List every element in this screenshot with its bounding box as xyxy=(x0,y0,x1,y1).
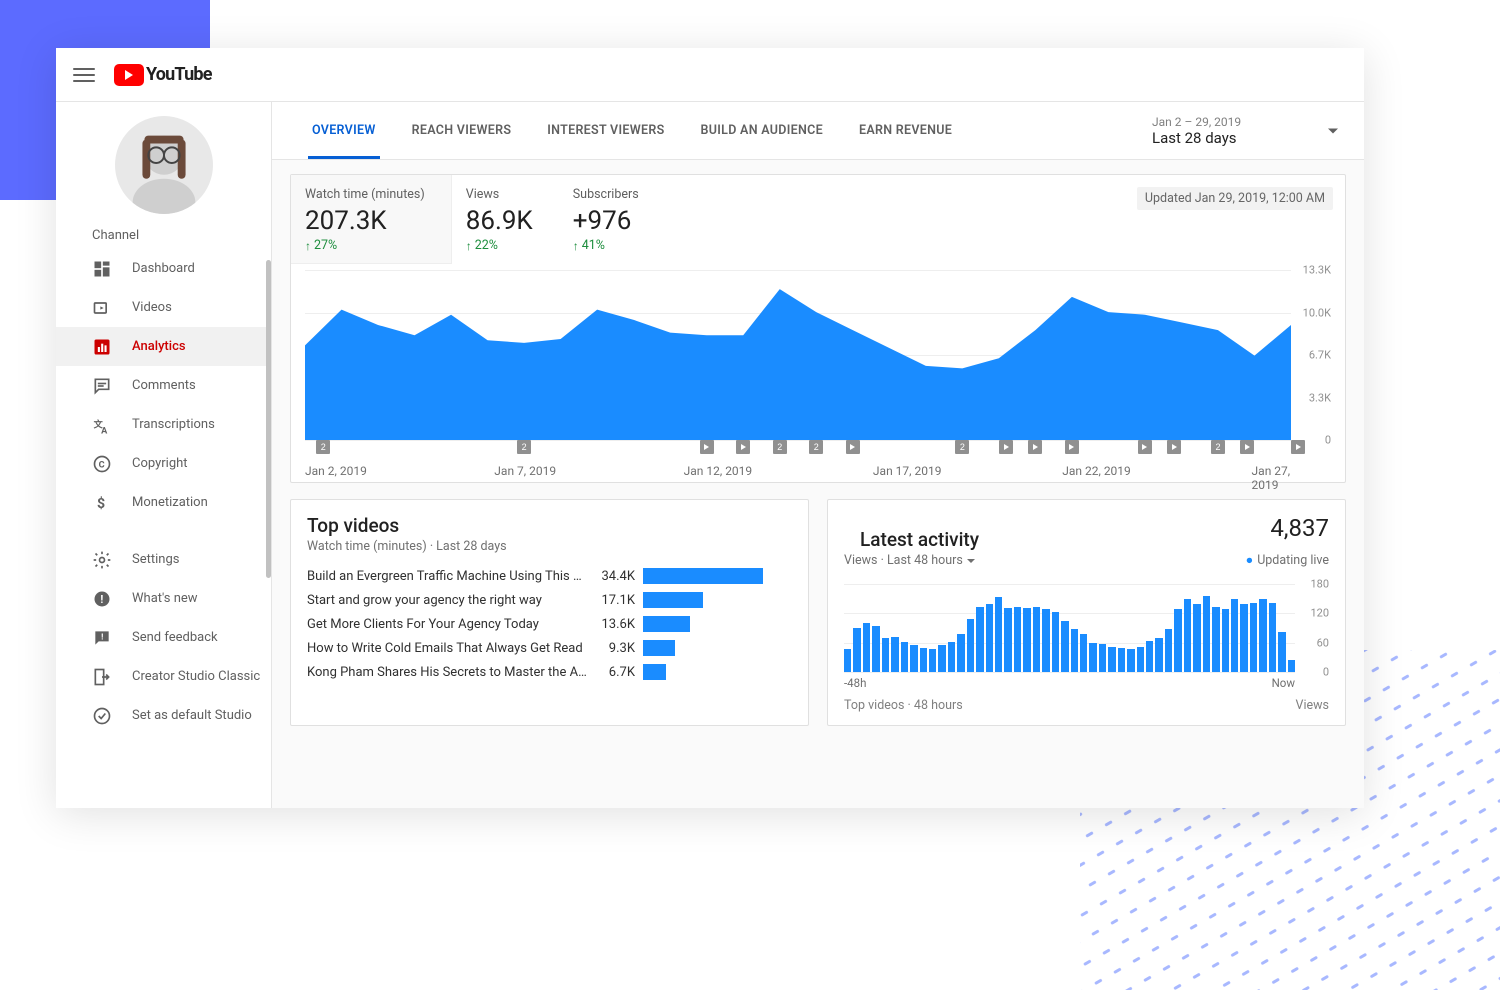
play-marker-icon[interactable] xyxy=(846,440,860,454)
metric-views[interactable]: Views86.9K22% xyxy=(452,175,559,264)
dashboard-icon xyxy=(92,259,112,279)
updated-badge: Updated Jan 29, 2019, 12:00 AM xyxy=(1137,187,1333,210)
count-marker-icon[interactable]: 2 xyxy=(809,440,823,454)
count-marker-icon[interactable]: 2 xyxy=(517,440,531,454)
play-marker-icon[interactable] xyxy=(1028,440,1042,454)
count-marker-icon[interactable]: 2 xyxy=(316,440,330,454)
latest-activity-title: Latest activity xyxy=(844,514,995,553)
sidebar-item-label: Dashboard xyxy=(132,261,195,276)
chevron-down-icon xyxy=(1328,128,1338,133)
channel-avatar[interactable] xyxy=(115,116,213,214)
count-marker-icon[interactable]: 2 xyxy=(955,440,969,454)
date-range-label: Last 28 days xyxy=(1152,129,1322,147)
panel-footer-right[interactable]: Views xyxy=(1296,698,1329,713)
sidebar-item-send-feedback[interactable]: ! Send feedback xyxy=(56,618,271,657)
sidebar-item-copyright[interactable]: C Copyright xyxy=(56,444,271,483)
tab-overview[interactable]: OVERVIEW xyxy=(294,102,394,159)
latest-activity-subtitle[interactable]: Views · Last 48 hours xyxy=(844,553,975,568)
sidebar-item-set-as-default-studio[interactable]: Set as default Studio xyxy=(56,696,271,735)
copyright-icon: C xyxy=(92,454,112,474)
sidebar-item-transcriptions[interactable]: 文A Transcriptions xyxy=(56,405,271,444)
date-range-text: Jan 2 – 29, 2019 xyxy=(1152,115,1322,129)
tab-build-an-audience[interactable]: BUILD AN AUDIENCE xyxy=(683,102,841,159)
feedback-icon: ! xyxy=(92,628,112,648)
check-icon xyxy=(92,706,112,726)
sidebar-item-label: Creator Studio Classic xyxy=(132,669,260,684)
sidebar-item-what-s-new[interactable]: ! What's new xyxy=(56,579,271,618)
latest-activity-panel: Latest activity 4,837 Views · Last 48 ho… xyxy=(827,499,1346,726)
top-video-row[interactable]: How to Write Cold Emails That Always Get… xyxy=(291,636,808,660)
tab-reach-viewers[interactable]: REACH VIEWERS xyxy=(394,102,530,159)
sidebar-item-label: Settings xyxy=(132,552,179,567)
sidebar-item-label: What's new xyxy=(132,591,198,606)
panel-footer-left[interactable]: Top videos · 48 hours xyxy=(844,698,963,713)
top-videos-subtitle: Watch time (minutes) · Last 28 days xyxy=(291,539,808,564)
logo-text: YouTube xyxy=(146,64,212,85)
masthead: YouTube xyxy=(56,48,1364,102)
whatsnew-icon: ! xyxy=(92,589,112,609)
count-marker-icon[interactable]: 2 xyxy=(1211,440,1225,454)
svg-text:!: ! xyxy=(100,593,103,606)
date-range-picker[interactable]: Jan 2 – 29, 2019 Last 28 days xyxy=(1152,102,1342,159)
tab-earn-revenue[interactable]: EARN REVENUE xyxy=(841,102,970,159)
top-videos-title: Top videos xyxy=(291,500,808,539)
main-content: OVERVIEWREACH VIEWERSINTEREST VIEWERSBUI… xyxy=(272,102,1364,808)
sidebar-item-videos[interactable]: Videos xyxy=(56,288,271,327)
analytics-icon xyxy=(92,337,112,357)
play-marker-icon[interactable] xyxy=(1167,440,1181,454)
videos-icon xyxy=(92,298,112,318)
tab-interest-viewers[interactable]: INTEREST VIEWERS xyxy=(529,102,682,159)
chevron-down-icon xyxy=(967,559,975,563)
top-videos-panel: Top videos Watch time (minutes) · Last 2… xyxy=(290,499,809,726)
settings-icon xyxy=(92,550,112,570)
sidebar-item-label: Videos xyxy=(132,300,172,315)
top-video-row[interactable]: Build an Evergreen Traffic Machine Using… xyxy=(291,564,808,588)
metric-watch-time-minutes-[interactable]: Watch time (minutes)207.3K27% xyxy=(291,175,452,264)
sidebar-item-label: Transcriptions xyxy=(132,417,215,432)
sidebar-item-monetization[interactable]: $ Monetization xyxy=(56,483,271,522)
play-marker-icon[interactable] xyxy=(1291,440,1305,454)
channel-label: Channel xyxy=(56,224,271,249)
sidebar-item-comments[interactable]: Comments xyxy=(56,366,271,405)
sidebar-item-dashboard[interactable]: Dashboard xyxy=(56,249,271,288)
exit-icon xyxy=(92,667,112,687)
play-marker-icon[interactable] xyxy=(999,440,1013,454)
latest-activity-total: 4,837 xyxy=(1270,514,1329,542)
svg-text:A: A xyxy=(101,426,108,435)
play-marker-icon[interactable] xyxy=(736,440,750,454)
play-marker-icon[interactable] xyxy=(1138,440,1152,454)
transcriptions-icon: 文A xyxy=(92,415,112,435)
youtube-logo[interactable]: YouTube xyxy=(114,64,212,86)
tab-bar: OVERVIEWREACH VIEWERSINTEREST VIEWERSBUI… xyxy=(272,102,1364,160)
app-window: YouTube Channel Dashboard Videos Analytics… xyxy=(56,48,1364,808)
sidebar-item-label: Comments xyxy=(132,378,196,393)
updating-live-label: Updating live xyxy=(1246,553,1329,568)
monetization-icon: $ xyxy=(92,493,112,513)
svg-text:C: C xyxy=(99,460,105,470)
latest-activity-chart[interactable]: 180120600-48hNow xyxy=(844,580,1329,690)
hamburger-menu-icon[interactable] xyxy=(72,63,96,87)
sidebar-item-label: Send feedback xyxy=(132,630,218,645)
overview-card: Updated Jan 29, 2019, 12:00 AM Watch tim… xyxy=(290,174,1346,483)
sidebar-item-creator-studio-classic[interactable]: Creator Studio Classic xyxy=(56,657,271,696)
metric-subscribers[interactable]: Subscribers+97641% xyxy=(559,175,665,264)
count-marker-icon[interactable]: 2 xyxy=(773,440,787,454)
play-marker-icon[interactable] xyxy=(1240,440,1254,454)
top-video-row[interactable]: Get More Clients For Your Agency Today13… xyxy=(291,612,808,636)
sidebar-item-label: Set as default Studio xyxy=(132,708,252,723)
play-marker-icon[interactable] xyxy=(1065,440,1079,454)
comments-icon xyxy=(92,376,112,396)
sidebar-item-label: Copyright xyxy=(132,456,188,471)
play-marker-icon[interactable] xyxy=(700,440,714,454)
sidebar-item-label: Monetization xyxy=(132,495,208,510)
sidebar-item-label: Analytics xyxy=(132,339,186,354)
svg-text:$: $ xyxy=(97,495,105,512)
svg-text:!: ! xyxy=(101,632,103,642)
watch-time-chart[interactable]: 13.3K10.0K6.7K3.3K0222222Jan 2, 2019Jan … xyxy=(305,270,1331,470)
top-video-row[interactable]: Start and grow your agency the right way… xyxy=(291,588,808,612)
top-video-row[interactable]: Kong Pham Shares His Secrets to Master t… xyxy=(291,660,808,684)
sidebar-item-settings[interactable]: Settings xyxy=(56,540,271,579)
sidebar: Channel Dashboard Videos Analytics Comments… xyxy=(56,102,272,808)
sidebar-item-analytics[interactable]: Analytics xyxy=(56,327,271,366)
